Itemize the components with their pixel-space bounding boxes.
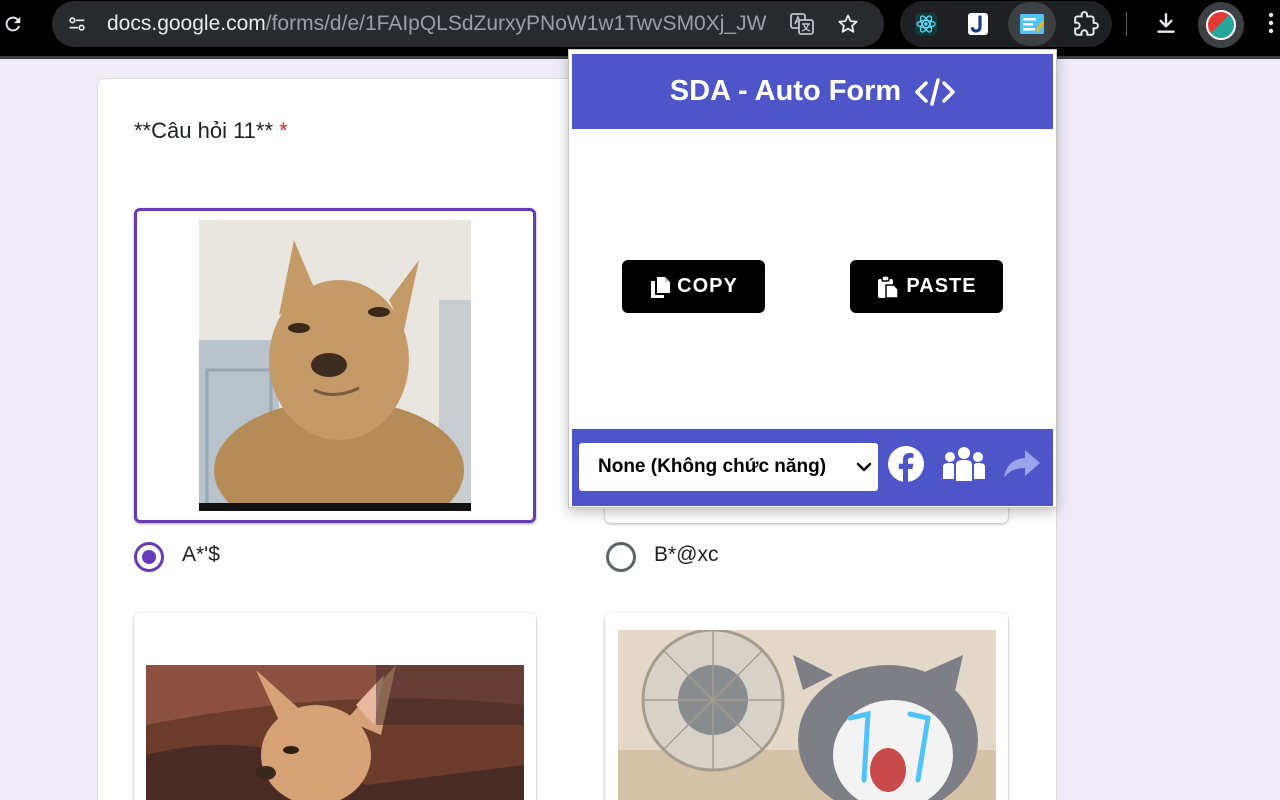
sda-auto-form-popup: SDA - Auto Form COPY PASTE None (Không c… [568, 49, 1057, 508]
more-vert-icon [1268, 12, 1274, 34]
copy-icon [651, 276, 671, 298]
mode-select[interactable]: None (Không chức năng) [579, 443, 878, 491]
question-title: **Câu hỏi 11** * [134, 118, 288, 144]
option-d-image-card[interactable] [605, 613, 1008, 800]
j-extension-icon [968, 13, 988, 35]
mode-select-value: None (Không chức năng) [598, 456, 827, 477]
profile-button[interactable] [1198, 2, 1244, 48]
sda-extension[interactable] [1008, 2, 1056, 46]
reload-icon [5, 16, 21, 32]
option-b-label: B*@xc [654, 543, 719, 566]
facebook-button[interactable] [887, 445, 925, 483]
popup-footer: None (Không chức năng) [572, 429, 1053, 506]
site-info-icon [69, 17, 85, 31]
required-mark: * [279, 118, 288, 143]
extensions-menu-button[interactable] [1070, 8, 1102, 40]
option-c-image-card[interactable] [134, 613, 536, 800]
option-a-image [199, 220, 471, 511]
popup-header: SDA - Auto Form [572, 54, 1053, 129]
url-domain: docs.google.com [107, 12, 266, 35]
option-a-radio[interactable] [134, 542, 164, 572]
extensions-area [900, 1, 1112, 47]
browser-menu-button[interactable] [1262, 7, 1280, 39]
facebook-icon [888, 446, 924, 482]
option-d-image [618, 630, 996, 800]
react-devtools-icon [915, 13, 937, 35]
group-button[interactable] [940, 445, 988, 483]
translate-button[interactable] [786, 8, 818, 40]
toolbar-divider [1126, 12, 1127, 36]
browser-toolbar: docs.google.com/forms/d/e/1FAIpQLSdZurxy… [0, 0, 1280, 56]
share-button[interactable] [1002, 445, 1042, 483]
paste-icon [878, 274, 900, 299]
site-info-button[interactable] [62, 9, 92, 39]
copy-label: COPY [677, 275, 738, 297]
j-extension[interactable] [962, 8, 994, 40]
avatar [1206, 10, 1236, 40]
share-icon [1004, 450, 1040, 478]
option-b-radio[interactable] [606, 542, 636, 572]
translate-icon [790, 13, 814, 35]
star-icon [838, 14, 858, 33]
react-devtools-extension[interactable] [910, 8, 942, 40]
url-text[interactable]: docs.google.com/forms/d/e/1FAIpQLSdZurxy… [107, 12, 767, 36]
question-title-text: **Câu hỏi 11** [134, 118, 274, 143]
bookmark-star-button[interactable] [832, 8, 864, 40]
code-icon [915, 77, 955, 106]
chevron-down-icon [856, 462, 872, 472]
puzzle-icon [1074, 11, 1099, 36]
address-bar[interactable]: docs.google.com/forms/d/e/1FAIpQLSdZurxy… [52, 1, 884, 47]
option-a-label: A*'$ [182, 543, 220, 566]
popup-title: SDA - Auto Form [669, 75, 902, 107]
sda-extension-icon [1020, 14, 1044, 34]
download-icon [1157, 13, 1175, 33]
downloads-button[interactable] [1150, 7, 1182, 39]
paste-button[interactable]: PASTE [850, 260, 1003, 313]
copy-button[interactable]: COPY [622, 260, 765, 313]
option-a-image-card[interactable] [134, 208, 536, 523]
group-icon [943, 447, 985, 481]
url-path: /forms/d/e/1FAIpQLSdZurxyPNoW1w1TwvSM0Xj… [265, 12, 767, 35]
paste-label: PASTE [906, 275, 977, 297]
option-c-image [146, 665, 524, 800]
reload-button[interactable] [0, 8, 26, 40]
